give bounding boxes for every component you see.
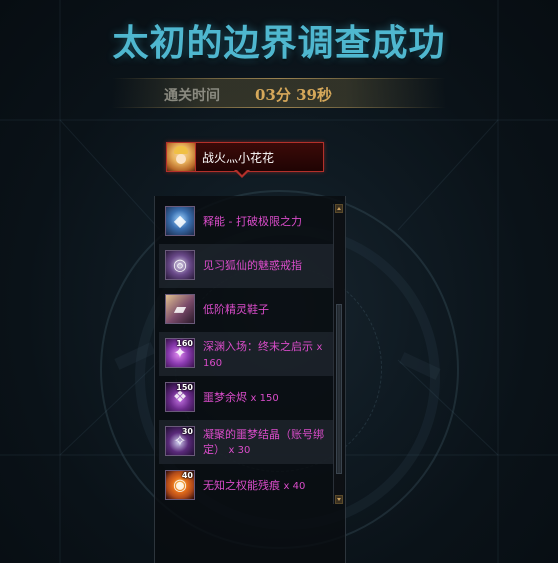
reward-item-quantity: x 150: [250, 393, 279, 404]
reward-item-name: 释能 - 打破极限之力: [203, 215, 302, 228]
ring-icon: ◎: [165, 250, 195, 280]
reward-item-quantity: x 40: [283, 481, 306, 492]
player-tag[interactable]: 战火灬小花花: [166, 142, 324, 172]
reward-item-name: 无知之权能残痕 x 40: [203, 479, 306, 492]
clear-time-bar: 通关时间 03分 39秒: [112, 78, 446, 108]
reward-item[interactable]: ▰ 低阶精灵鞋子: [159, 288, 333, 332]
scroll-thumb[interactable]: [336, 304, 342, 474]
player-avatar: [167, 143, 196, 171]
fire-ring-icon: ◉ 40: [165, 470, 195, 500]
reward-list-scrollbar[interactable]: [333, 204, 344, 504]
ember-icon: ❖ 150: [165, 382, 195, 412]
scroll-up-icon[interactable]: [335, 204, 343, 213]
reward-item-quantity: x 30: [228, 445, 251, 456]
reward-item[interactable]: ◆ 释能 - 打破极限之力: [159, 200, 333, 244]
reward-item-name: 深渊入场：终末之启示 x 160: [203, 340, 323, 369]
reward-item-name: 见习狐仙的魅惑戒指: [203, 259, 302, 272]
reward-item[interactable]: ◉ 40 无知之权能残痕 x 40: [159, 464, 333, 508]
reward-icon-count: 160: [176, 339, 193, 348]
dungeon-clear-title: 太初的边界调查成功: [112, 22, 446, 64]
reward-item-name: 低阶精灵鞋子: [203, 303, 269, 316]
reward-item[interactable]: ❖ 150 噩梦余烬 x 150: [159, 376, 333, 420]
player-tag-pointer-icon: [234, 169, 250, 178]
reward-item[interactable]: ✦ 160 深渊入场：终末之启示 x 160: [159, 332, 333, 376]
nightmare-crystal-icon: ✧ 30: [165, 426, 195, 456]
reward-list: ◆ 释能 - 打破极限之力 ◎ 见习狐仙的魅惑戒指 ▰ 低阶精灵鞋子 ✦ 160…: [155, 196, 333, 563]
player-name: 战火灬小花花: [202, 151, 275, 165]
reward-icon-count: 30: [181, 427, 193, 436]
clear-time-label: 通关时间: [164, 88, 220, 104]
reward-item-name: 噩梦余烬 x 150: [203, 391, 279, 404]
reward-panel: ◆ 释能 - 打破极限之力 ◎ 见习狐仙的魅惑戒指 ▰ 低阶精灵鞋子 ✦ 160…: [154, 196, 346, 563]
reward-icon-count: 150: [176, 383, 193, 392]
boots-icon: ▰: [165, 294, 195, 324]
abyss-ticket-icon: ✦ 160: [165, 338, 195, 368]
reward-item[interactable]: ✧ 30 凝聚的噩梦结晶（账号绑定） x 30: [159, 420, 333, 464]
reward-item-name: 凝聚的噩梦结晶（账号绑定） x 30: [203, 428, 324, 456]
reward-item[interactable]: ◎ 见习狐仙的魅惑戒指: [159, 244, 333, 288]
reward-icon-count: 40: [181, 471, 193, 480]
scroll-down-icon[interactable]: [335, 495, 343, 504]
crystal-armor-icon: ◆: [165, 206, 195, 236]
clear-time-value: 03分 39秒: [255, 86, 332, 104]
